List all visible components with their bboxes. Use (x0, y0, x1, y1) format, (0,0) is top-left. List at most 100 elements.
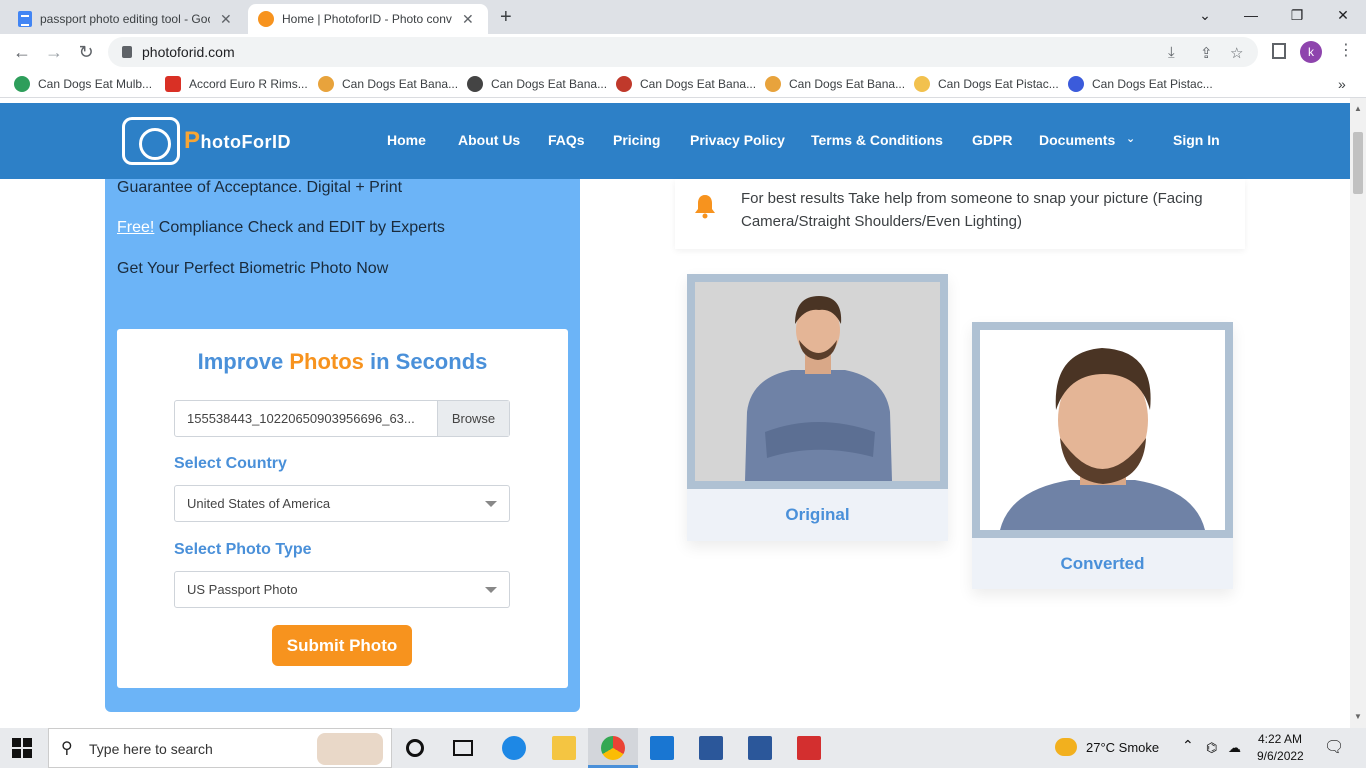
bookmark-item[interactable]: Accord Euro R Rims... (165, 76, 308, 92)
tab-passport-photo[interactable]: passport photo editing tool - Goo ✕ (8, 4, 244, 34)
camera-brain-logo-icon (122, 117, 180, 165)
dog-icon (765, 76, 781, 92)
bell-icon (695, 195, 715, 219)
nav-sign-in[interactable]: Sign In (1173, 132, 1220, 148)
mail-icon[interactable] (650, 736, 674, 760)
back-icon[interactable]: ← (10, 40, 34, 64)
minimize-icon[interactable]: — (1228, 0, 1274, 30)
new-tab-icon[interactable]: + (500, 6, 512, 29)
bookmark-item[interactable]: Can Dogs Eat Pistac... (1068, 76, 1213, 92)
chrome-taskbar-button[interactable] (588, 728, 638, 768)
windows-start-icon[interactable] (12, 738, 32, 758)
free-check-text: Free! Compliance Check and EDIT by Exper… (117, 219, 445, 236)
notification-icon[interactable]: 🗨 (1324, 737, 1344, 757)
nav-terms[interactable]: Terms & Conditions (811, 132, 943, 148)
close-tab-icon[interactable]: ✕ (220, 11, 232, 28)
bookmark-item[interactable]: Can Dogs Eat Bana... (318, 76, 458, 92)
clock-time[interactable]: 4:22 AM (1258, 732, 1302, 746)
chevron-down-icon[interactable]: ⌄ (1126, 132, 1135, 145)
browse-button[interactable]: Browse (437, 401, 509, 436)
close-tab-icon[interactable]: ✕ (462, 11, 474, 28)
chevron-down-icon (485, 501, 497, 507)
bookmarks-bar: Can Dogs Eat Mulb... Accord Euro R Rims.… (0, 70, 1366, 98)
chevron-up-icon[interactable]: ⌃ (1182, 737, 1194, 754)
submit-photo-button[interactable]: Submit Photo (272, 625, 412, 666)
windows-taskbar: ⚲ Type here to search 27°C Smoke ⌃ ⌬ ☁ 4… (0, 728, 1366, 768)
page-scrollbar[interactable]: ▲ ▼ (1350, 98, 1366, 728)
hero-panel: Guarantee of Acceptance. Digital + Print… (105, 179, 580, 712)
photo-type-select[interactable]: US Passport Photo (174, 571, 510, 608)
paw-icon (616, 76, 632, 92)
nav-privacy-policy[interactable]: Privacy Policy (690, 132, 785, 148)
nav-documents[interactable]: Documents (1039, 132, 1115, 148)
menu-icon[interactable]: ⋮ (1338, 40, 1354, 60)
scroll-thumb[interactable] (1353, 132, 1363, 194)
restore-icon[interactable]: ❐ (1274, 0, 1320, 30)
more-bookmarks-icon[interactable]: » (1338, 76, 1346, 92)
photo-type-value: US Passport Photo (187, 582, 298, 597)
share-icon[interactable]: ⇪ (1200, 44, 1213, 62)
reload-icon[interactable]: ↻ (74, 40, 98, 64)
dog-icon (318, 76, 334, 92)
nav-faqs[interactable]: FAQs (548, 132, 585, 148)
tab-search-icon[interactable]: ⌄ (1182, 0, 1228, 30)
word-icon[interactable] (699, 736, 723, 760)
site-header: PhotoForID Home About Us FAQs Pricing Pr… (0, 103, 1350, 179)
edge-icon[interactable] (502, 736, 526, 760)
word-icon[interactable] (748, 736, 772, 760)
task-view-icon[interactable] (453, 740, 473, 756)
converted-photo (980, 330, 1225, 530)
search-icon: ⚲ (61, 740, 73, 757)
acrobat-icon[interactable] (797, 736, 821, 760)
chevron-down-icon (485, 587, 497, 593)
photoforid-icon (258, 11, 274, 27)
original-sample-card: Original (687, 274, 948, 541)
original-caption: Original (785, 505, 850, 524)
download-icon[interactable]: ⤓ (1168, 44, 1175, 61)
country-value: United States of America (187, 496, 331, 511)
bookmark-item[interactable]: Can Dogs Eat Bana... (765, 76, 905, 92)
person-icon (695, 282, 940, 481)
scroll-down-icon[interactable]: ▼ (1354, 712, 1362, 721)
bookmark-item[interactable]: Can Dogs Eat Pistac... (914, 76, 1059, 92)
chrome-icon (601, 736, 625, 760)
bookmark-star-icon[interactable]: ☆ (1230, 44, 1243, 62)
scroll-up-icon[interactable]: ▲ (1354, 104, 1362, 113)
forward-icon[interactable]: → (42, 40, 66, 64)
profile-avatar[interactable]: k (1300, 41, 1322, 63)
tip-box: For best results Take help from someone … (675, 179, 1245, 249)
nav-gdpr[interactable]: GDPR (972, 132, 1012, 148)
upload-form: Improve Photos in Seconds 155538443_1022… (117, 329, 568, 688)
weather-text[interactable]: 27°C Smoke (1086, 740, 1159, 755)
car-icon (165, 76, 181, 92)
tab-photoforid[interactable]: Home | PhotoforID - Photo conve ✕ (248, 4, 488, 34)
url-text: photoforid.com (142, 44, 235, 60)
search-placeholder: Type here to search (89, 741, 213, 757)
nav-home[interactable]: Home (387, 132, 426, 148)
cloud-icon[interactable]: ☁ (1228, 740, 1241, 756)
side-panel-icon[interactable] (1272, 43, 1286, 59)
bookmark-item[interactable]: Can Dogs Eat Mulb... (14, 76, 152, 92)
logo-text: PhotoForID (184, 127, 291, 154)
bookmark-item[interactable]: Can Dogs Eat Bana... (616, 76, 756, 92)
country-select[interactable]: United States of America (174, 485, 510, 522)
converted-photo-frame (972, 322, 1233, 538)
browser-toolbar: ← → ↻ photoforid.com ⤓ ⇪ ☆ k ⋮ (0, 34, 1366, 70)
file-input[interactable]: 155538443_10220650903956696_63... Browse (174, 400, 510, 437)
docs-icon (18, 11, 32, 27)
nav-pricing[interactable]: Pricing (613, 132, 660, 148)
file-explorer-icon[interactable] (552, 736, 576, 760)
nav-about-us[interactable]: About Us (458, 132, 520, 148)
original-photo (695, 282, 940, 481)
clock-date[interactable]: 9/6/2022 (1257, 749, 1304, 763)
cortana-icon[interactable] (406, 739, 424, 757)
free-link[interactable]: Free! (117, 219, 154, 236)
site-logo[interactable]: PhotoForID (122, 117, 291, 165)
bookmark-item[interactable]: Can Dogs Eat Bana... (467, 76, 607, 92)
bookmark-favicon-icon (14, 76, 30, 92)
taskbar-search[interactable]: ⚲ Type here to search (48, 728, 392, 768)
network-icon[interactable]: ⌬ (1206, 740, 1217, 756)
address-bar[interactable]: photoforid.com ⤓ ⇪ ☆ (108, 37, 1258, 67)
close-window-icon[interactable]: ✕ (1320, 0, 1366, 30)
guarantee-text: Guarantee of Acceptance. Digital + Print (117, 179, 403, 196)
